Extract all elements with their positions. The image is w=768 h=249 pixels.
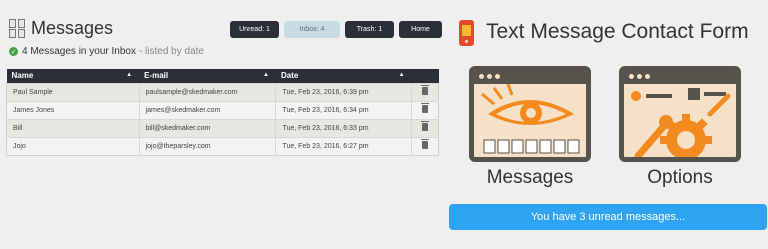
window-bar: [624, 71, 736, 84]
column-header-date[interactable]: Date ▲: [276, 69, 412, 83]
delete-cell[interactable]: [411, 136, 439, 155]
messages-tile[interactable]: [469, 66, 591, 162]
column-header-name[interactable]: Name ▲: [7, 69, 140, 83]
gears-icon: [631, 88, 731, 157]
row-date[interactable]: Tue, Feb 23, 2016, 6:33 pm: [275, 118, 413, 137]
row-email[interactable]: bill@skedmaker.com: [139, 118, 277, 137]
delete-cell[interactable]: [411, 118, 439, 137]
sort-arrow-icon[interactable]: ▲: [263, 72, 269, 78]
inbox-count-text: 4 Messages in your Inbox: [22, 46, 136, 57]
home-button[interactable]: Home: [399, 21, 442, 38]
unread-notice-button[interactable]: You have 3 unread messages...: [449, 204, 767, 230]
eye-envelopes-icon: [481, 83, 580, 154]
form-title: Text Message Contact Form: [486, 20, 749, 43]
row-date[interactable]: Tue, Feb 23, 2016, 6:27 pm: [275, 136, 413, 155]
inbox-sort-text: - listed by date: [138, 46, 204, 57]
column-header-actions: [412, 69, 439, 83]
row-date[interactable]: Tue, Feb 23, 2016, 6:39 pm: [275, 82, 413, 101]
window-bar: [474, 71, 586, 84]
delete-cell[interactable]: [411, 82, 439, 101]
check-circle-icon: ✓: [9, 47, 18, 56]
table-row[interactable]: James Jones james@skedmaker.com Tue, Feb…: [6, 100, 439, 119]
column-header-email[interactable]: E-mail ▲: [139, 69, 276, 83]
messages-icon: [9, 19, 27, 39]
row-email[interactable]: paulsample@skedmaker.com: [139, 82, 277, 101]
row-email[interactable]: james@skedmaker.com: [139, 100, 277, 119]
unread-button[interactable]: Unread: 1: [230, 21, 279, 38]
table-row[interactable]: Paul Sample paulsample@skedmaker.com Tue…: [6, 82, 439, 101]
inbox-status: ✓ 4 Messages in your Inbox - listed by d…: [9, 46, 204, 57]
row-name[interactable]: Jojo: [6, 136, 140, 155]
trash-icon[interactable]: [421, 139, 430, 149]
trash-button[interactable]: Trash: 1: [345, 21, 394, 38]
page-title: Messages: [31, 18, 114, 38]
row-name[interactable]: James Jones: [6, 100, 140, 119]
nav-buttons: Unread: 1 Inbox: 4 Trash: 1 Home: [230, 21, 442, 38]
sort-arrow-icon[interactable]: ▲: [399, 72, 405, 78]
row-name[interactable]: Paul Sample: [6, 82, 140, 101]
options-label[interactable]: Options: [619, 167, 741, 189]
inbox-button[interactable]: Inbox: 4: [284, 21, 340, 38]
row-email[interactable]: jojo@theparsley.com: [139, 136, 277, 155]
table-row[interactable]: Jojo jojo@theparsley.com Tue, Feb 23, 20…: [6, 136, 439, 155]
phone-icon: [459, 20, 474, 46]
table-header-row: Name ▲ E-mail ▲ Date ▲: [6, 69, 439, 83]
inbox-panel: Messages Unread: 1 Inbox: 4 Trash: 1 Hom…: [0, 0, 445, 249]
messages-label[interactable]: Messages: [469, 167, 591, 189]
row-name[interactable]: Bill: [6, 118, 140, 137]
trash-icon[interactable]: [421, 85, 430, 95]
table-row[interactable]: Bill bill@skedmaker.com Tue, Feb 23, 201…: [6, 118, 439, 137]
delete-cell[interactable]: [411, 100, 439, 119]
messages-table: Name ▲ E-mail ▲ Date ▲ Paul Sample paulsamp…: [6, 69, 439, 156]
trash-icon[interactable]: [421, 121, 430, 131]
trash-icon[interactable]: [421, 103, 430, 113]
options-tile[interactable]: [619, 66, 741, 162]
row-date[interactable]: Tue, Feb 23, 2016, 6:34 pm: [275, 100, 413, 119]
sort-arrow-icon[interactable]: ▲: [126, 72, 132, 78]
